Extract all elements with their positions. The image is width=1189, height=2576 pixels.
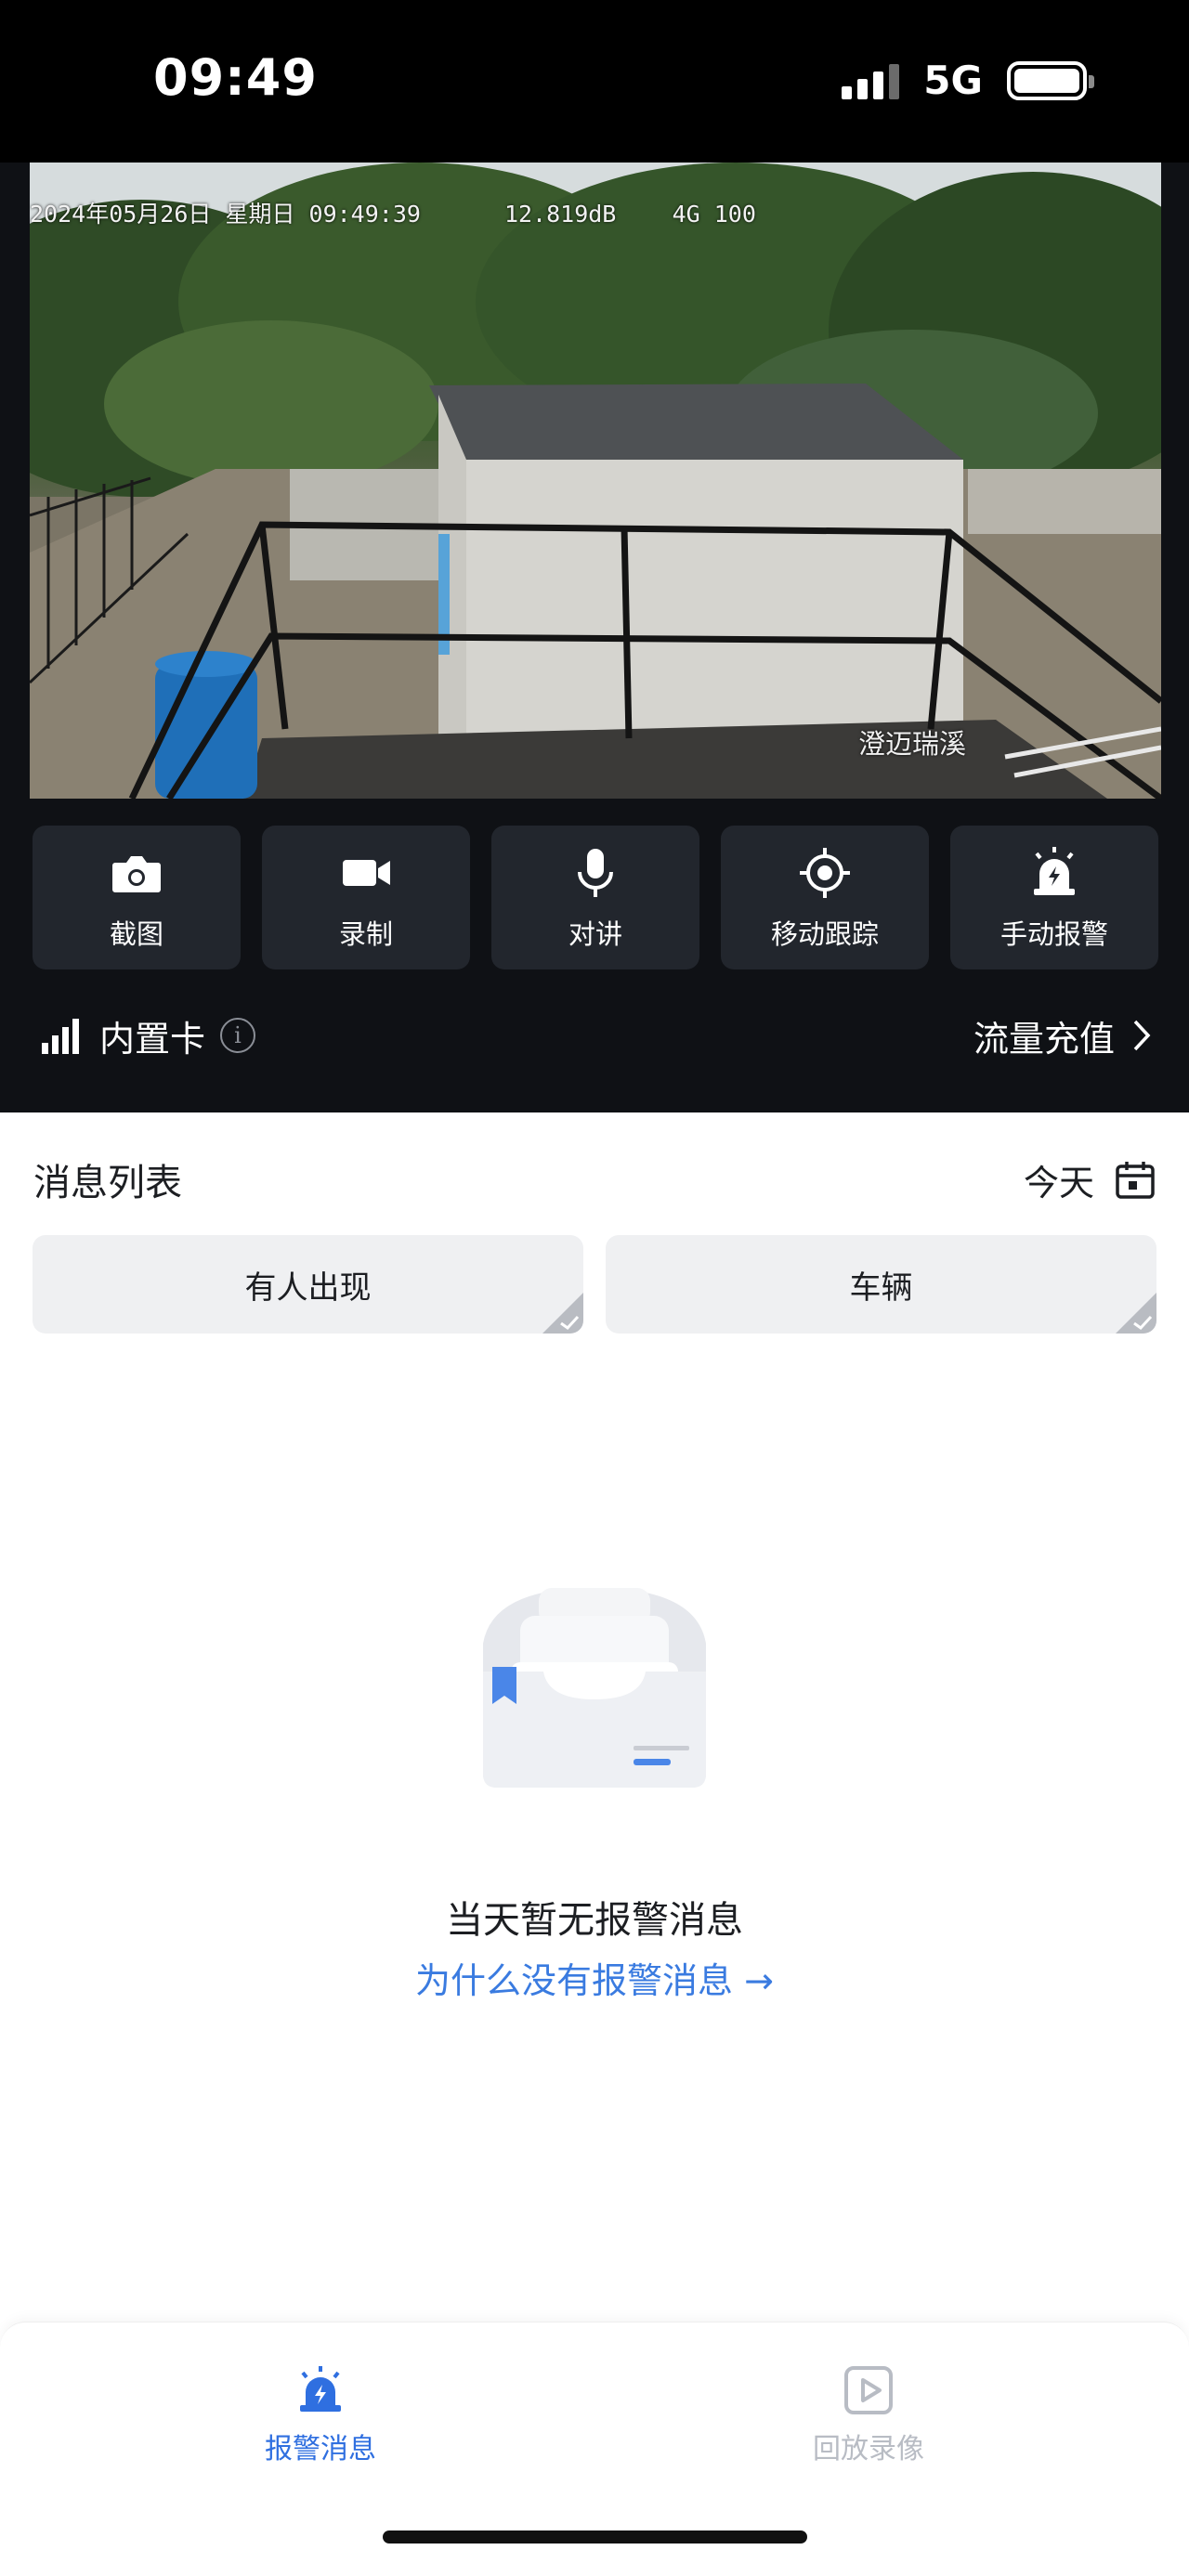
osd-signal: 4G bbox=[672, 201, 700, 228]
info-icon[interactable]: i bbox=[220, 1018, 256, 1053]
osd-snr: 12.819dB bbox=[503, 201, 617, 228]
network-type: 5G bbox=[923, 58, 983, 103]
why-no-alarm-link[interactable]: 为什么没有报警消息 → bbox=[0, 1952, 1189, 2003]
empty-inbox-icon bbox=[483, 1588, 706, 1788]
date-label: 今天 bbox=[1023, 1162, 1094, 1203]
screenshot-button[interactable]: 截图 bbox=[33, 826, 241, 969]
camera-scene bbox=[30, 163, 1161, 799]
date-picker[interactable]: 今天 bbox=[1024, 1154, 1156, 1205]
control-panel: 截图 录制 对讲 移动跟踪 手动报警 内置卡 i 流量充值 bbox=[0, 799, 1189, 1112]
checkmark-corner-icon bbox=[542, 1293, 583, 1334]
signal-strength-icon bbox=[42, 1019, 79, 1054]
tab-playback-label: 回放录像 bbox=[813, 2433, 924, 2465]
sim-card-label: 内置卡 bbox=[99, 1018, 206, 1060]
filter-vehicle-label: 车辆 bbox=[849, 1268, 913, 1307]
message-list-title: 消息列表 bbox=[33, 1162, 182, 1204]
home-indicator[interactable] bbox=[383, 2530, 807, 2543]
microphone-icon bbox=[578, 848, 613, 897]
camera-location-watermark: 澄迈瑞溪 bbox=[857, 728, 966, 760]
motion-tracking-label: 移动跟踪 bbox=[770, 917, 879, 950]
data-recharge-label: 流量充值 bbox=[973, 1018, 1115, 1060]
data-recharge-link[interactable]: 流量充值 bbox=[973, 1010, 1152, 1061]
manual-alarm-label: 手动报警 bbox=[1000, 917, 1108, 950]
filter-vehicle[interactable]: 车辆 bbox=[606, 1235, 1156, 1334]
sim-card-row: 内置卡 i 流量充值 bbox=[42, 1008, 1152, 1063]
intercom-label: 对讲 bbox=[568, 917, 622, 950]
battery-icon bbox=[1007, 60, 1094, 100]
checkmark-corner-icon bbox=[1116, 1293, 1156, 1334]
tab-alarm-messages[interactable]: 报警消息 bbox=[181, 2364, 460, 2466]
osd-datetime: 2024年05月26日 星期日 09:49:39 bbox=[30, 201, 421, 228]
control-buttons: 截图 录制 对讲 移动跟踪 手动报警 bbox=[33, 826, 1158, 969]
alarm-icon bbox=[300, 2366, 341, 2412]
osd-battery: 100 bbox=[713, 201, 756, 228]
tab-playback[interactable]: 回放录像 bbox=[729, 2364, 1008, 2466]
tab-alarm-messages-label: 报警消息 bbox=[265, 2433, 376, 2465]
filter-person-detected[interactable]: 有人出现 bbox=[33, 1235, 583, 1334]
record-button[interactable]: 录制 bbox=[262, 826, 470, 969]
cellular-signal-icon bbox=[842, 62, 900, 99]
intercom-button[interactable]: 对讲 bbox=[491, 826, 699, 969]
chevron-right-icon bbox=[1133, 1020, 1151, 1051]
camera-osd: 2024年05月26日 星期日 09:49:39 12.819dB 4G 100 bbox=[30, 196, 756, 229]
camera-panel: 2024年05月26日 星期日 09:49:39 12.819dB 4G 100 … bbox=[0, 163, 1189, 799]
target-icon bbox=[800, 847, 850, 898]
video-icon bbox=[343, 859, 390, 886]
empty-state-message: 当天暂无报警消息 bbox=[446, 1899, 743, 1942]
filter-person-label: 有人出现 bbox=[244, 1268, 372, 1307]
playback-icon bbox=[844, 2366, 893, 2414]
record-label: 录制 bbox=[338, 917, 393, 950]
live-video-view[interactable]: 2024年05月26日 星期日 09:49:39 12.819dB 4G 100 … bbox=[30, 163, 1161, 799]
status-indicators: 5G bbox=[842, 58, 1094, 103]
message-list-header: 消息列表 今天 bbox=[33, 1147, 1156, 1212]
status-bar: 09:49 5G bbox=[0, 0, 1189, 163]
status-time: 09:49 bbox=[153, 48, 318, 107]
manual-alarm-button[interactable]: 手动报警 bbox=[950, 826, 1158, 969]
event-filters: 有人出现 车辆 bbox=[33, 1235, 1156, 1334]
calendar-icon bbox=[1116, 1162, 1155, 1199]
alarm-icon bbox=[1034, 846, 1075, 895]
motion-tracking-button[interactable]: 移动跟踪 bbox=[721, 826, 929, 969]
screenshot-label: 截图 bbox=[109, 917, 163, 950]
camera-icon bbox=[112, 855, 161, 892]
